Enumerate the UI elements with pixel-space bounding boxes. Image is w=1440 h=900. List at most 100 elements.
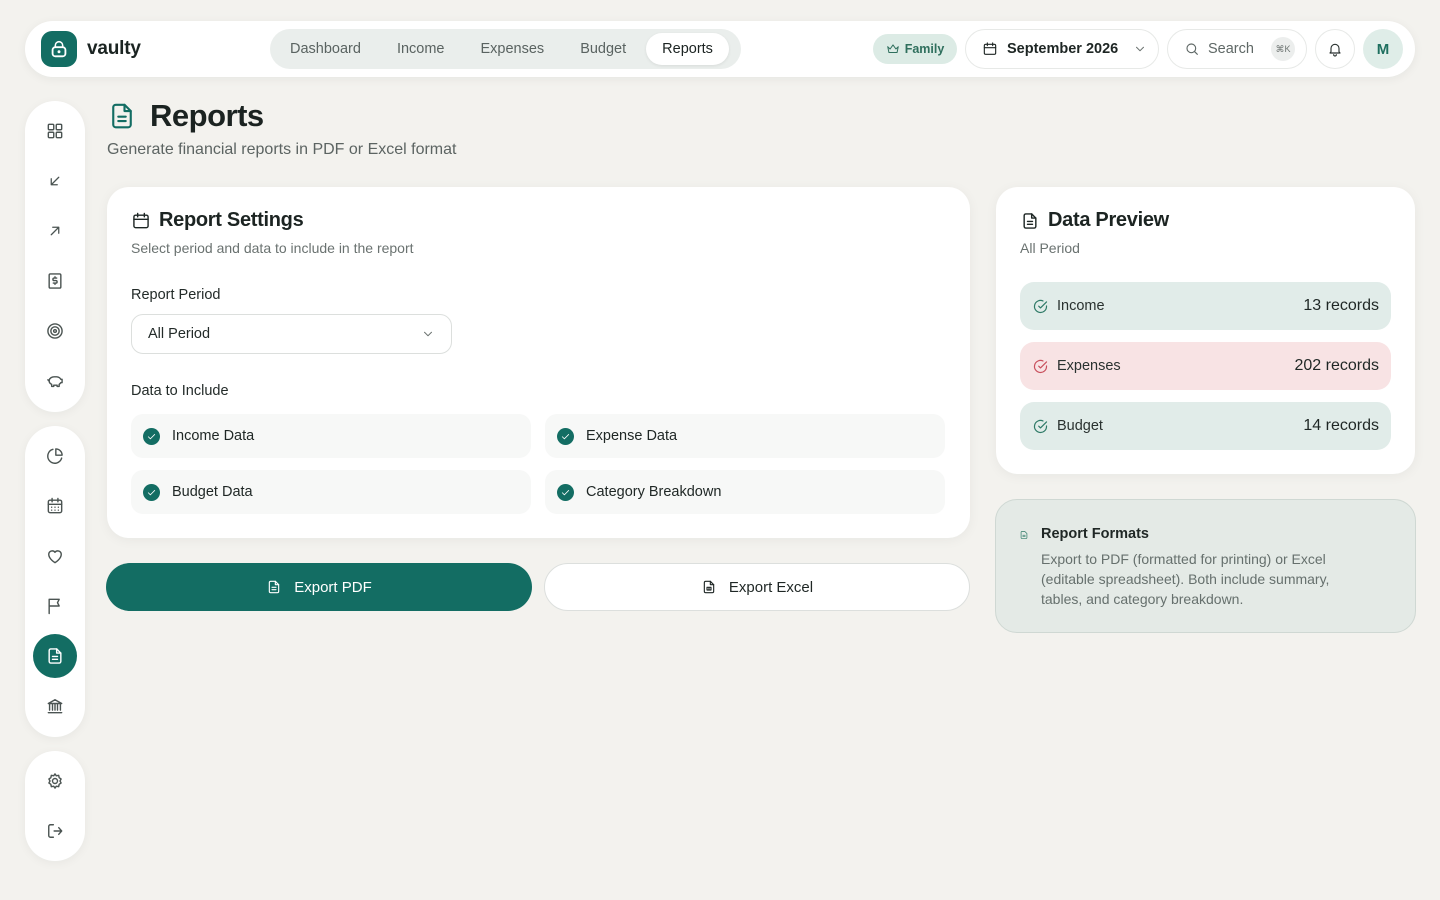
- sidebar-group-system: [25, 751, 85, 861]
- logout-icon: [45, 821, 65, 841]
- report-settings-title: Report Settings: [159, 209, 304, 231]
- chevron-down-icon: [1133, 42, 1147, 56]
- data-preview-card: Data Preview All Period Income 13 record…: [996, 187, 1415, 474]
- data-to-include-label: Data to Include: [131, 383, 229, 399]
- preview-row-income: Income 13 records: [1020, 282, 1391, 330]
- check-circle-icon[interactable]: [143, 427, 160, 445]
- page-subtitle: Generate financial reports in PDF or Exc…: [107, 141, 457, 158]
- check-circle-icon: [1032, 298, 1049, 315]
- plan-badge[interactable]: Family: [873, 34, 957, 64]
- heart-icon: [45, 546, 65, 566]
- crown-icon: [886, 42, 900, 56]
- check-circle-icon: [1032, 418, 1049, 435]
- sidebar-item-goals[interactable]: [33, 309, 77, 353]
- check-circle-icon[interactable]: [557, 427, 574, 445]
- sidebar-item-analytics[interactable]: [33, 434, 77, 478]
- sidebar-item-calendar[interactable]: [33, 484, 77, 528]
- sidebar-item-income[interactable]: [33, 159, 77, 203]
- option-label: Income Data: [172, 428, 255, 444]
- option-income-data[interactable]: Income Data: [131, 414, 531, 458]
- notifications-button[interactable]: [1315, 29, 1355, 69]
- export-excel-label: Export Excel: [728, 578, 814, 596]
- report-formats-body: Export to PDF (formatted for printing) o…: [1041, 551, 1330, 607]
- arrow-down-left-icon: [46, 172, 64, 190]
- calendar-icon: [131, 211, 151, 231]
- main-nav: Dashboard Income Expenses Budget Reports: [270, 29, 741, 69]
- page-title: Reports: [150, 98, 264, 133]
- preview-row-budget: Budget 14 records: [1020, 402, 1391, 450]
- data-preview-subtitle: All Period: [1020, 240, 1080, 256]
- pie-chart-icon: [45, 446, 65, 466]
- report-settings-card: Report Settings Select period and data t…: [107, 187, 970, 538]
- sidebar-item-accounts[interactable]: [33, 684, 77, 728]
- tab-budget[interactable]: Budget: [564, 33, 642, 65]
- option-label: Expense Data: [586, 428, 678, 444]
- target-icon: [45, 321, 65, 341]
- tab-reports[interactable]: Reports: [646, 33, 729, 65]
- option-label: Category Breakdown: [586, 484, 722, 500]
- file-icon: [266, 579, 282, 595]
- check-circle-icon[interactable]: [143, 483, 160, 501]
- tab-expenses[interactable]: Expenses: [465, 33, 561, 65]
- export-pdf-label: Export PDF: [294, 578, 372, 596]
- report-settings-subtitle: Select period and data to include in the…: [131, 240, 414, 256]
- export-excel-button[interactable]: Export Excel: [544, 563, 970, 611]
- data-preview-title: Data Preview: [1048, 209, 1169, 231]
- search-label: Search: [1208, 41, 1254, 57]
- preview-row-count: 14 records: [1303, 417, 1379, 434]
- avatar[interactable]: M: [1363, 29, 1403, 69]
- search-icon: [1184, 41, 1200, 57]
- preview-row-label: Income: [1057, 298, 1105, 314]
- option-category-breakdown[interactable]: Category Breakdown: [545, 470, 945, 514]
- check-circle-icon[interactable]: [557, 483, 574, 501]
- period-picker[interactable]: September 2026: [965, 29, 1159, 69]
- option-expense-data[interactable]: Expense Data: [545, 414, 945, 458]
- arrow-up-right-icon: [46, 222, 64, 240]
- bank-icon: [45, 696, 65, 716]
- period-label: September 2026: [1007, 41, 1119, 57]
- report-period-select[interactable]: All Period: [131, 314, 452, 354]
- preview-row-label: Expenses: [1057, 358, 1121, 374]
- document-icon: [1019, 530, 1029, 540]
- spreadsheet-icon: [701, 579, 717, 595]
- calendar-icon: [45, 496, 65, 516]
- grid-icon: [45, 121, 65, 141]
- sidebar-item-budget[interactable]: [33, 259, 77, 303]
- flag-icon: [45, 596, 65, 616]
- preview-row-count: 13 records: [1303, 297, 1379, 314]
- search-button[interactable]: Search ⌘K: [1167, 29, 1307, 69]
- plan-badge-label: Family: [904, 42, 945, 56]
- option-budget-data[interactable]: Budget Data: [131, 470, 531, 514]
- document-icon: [1020, 211, 1040, 231]
- sidebar-item-reports[interactable]: [33, 634, 77, 678]
- option-label: Budget Data: [172, 484, 253, 500]
- preview-row-count: 202 records: [1294, 357, 1380, 374]
- top-bar: vaulty Dashboard Income Expenses Budget …: [25, 21, 1415, 77]
- export-pdf-button[interactable]: Export PDF: [106, 563, 532, 611]
- sidebar-item-milestones[interactable]: [33, 584, 77, 628]
- report-period-label: Report Period: [131, 287, 221, 303]
- sidebar-item-logout[interactable]: [33, 809, 77, 853]
- report-period-value: All Period: [148, 326, 211, 342]
- sidebar-item-expenses[interactable]: [33, 209, 77, 253]
- chevron-down-icon: [421, 327, 435, 341]
- report-icon: [45, 646, 65, 666]
- calendar-icon: [982, 41, 998, 57]
- check-circle-icon: [1032, 358, 1049, 375]
- report-icon: [107, 100, 137, 132]
- tab-dashboard[interactable]: Dashboard: [274, 33, 377, 65]
- bell-icon: [1327, 41, 1343, 57]
- sidebar-item-settings[interactable]: [33, 759, 77, 803]
- sidebar-item-dashboard[interactable]: [33, 109, 77, 153]
- tab-income[interactable]: Income: [381, 33, 461, 65]
- gear-icon: [45, 771, 65, 791]
- brand-name: vaulty: [87, 38, 141, 59]
- sidebar-item-savings[interactable]: [33, 359, 77, 403]
- report-formats-info: Report Formats Export to PDF (formatted …: [995, 499, 1416, 633]
- report-formats-title: Report Formats: [1041, 526, 1149, 542]
- sidebar-item-wishlist[interactable]: [33, 534, 77, 578]
- sidebar-group-main: [25, 101, 85, 412]
- vaulty-logo-icon[interactable]: [41, 31, 77, 67]
- preview-row-label: Budget: [1057, 418, 1103, 434]
- sidebar-group-analysis: [25, 426, 85, 737]
